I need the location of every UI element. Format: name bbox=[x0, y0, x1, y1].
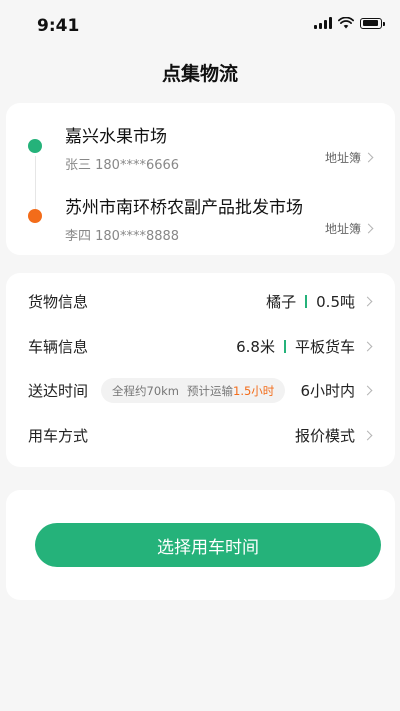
pickup-address-book-link[interactable]: 地址簿 bbox=[324, 149, 374, 166]
address-card: 嘉兴水果市场 张三 180****6666 地址簿 苏州市南环桥农副产品批发市场… bbox=[6, 103, 395, 255]
delivery-window: 6小时内 bbox=[300, 382, 355, 400]
usage-mode-row[interactable]: 用车方式 报价模式 bbox=[6, 420, 395, 450]
delivery-dot-icon bbox=[28, 209, 42, 223]
address-book-label: 地址簿 bbox=[324, 222, 361, 236]
trip-eta-value: 1.5小时 bbox=[233, 383, 275, 398]
usage-mode: 报价模式 bbox=[294, 427, 355, 445]
delivery-address-book-link[interactable]: 地址簿 bbox=[324, 220, 374, 237]
pickup-address[interactable]: 嘉兴水果市场 张三 180****6666 地址簿 bbox=[6, 118, 395, 178]
trip-distance: 全程约70km bbox=[112, 383, 179, 398]
vehicle-info-value: 6.8米 平板货车 bbox=[236, 336, 373, 357]
chevron-right-icon bbox=[363, 152, 374, 163]
delivery-time-row[interactable]: 送达时间 全程约70km 预计运输1.5小时 6小时内 bbox=[6, 375, 395, 405]
order-details-card: 货物信息 橘子 0.5吨 车辆信息 6.8米 平板货车 送达时间 全程约70km… bbox=[6, 273, 395, 467]
goods-info-row[interactable]: 货物信息 橘子 0.5吨 bbox=[6, 286, 395, 316]
goods-weight: 0.5吨 bbox=[316, 293, 355, 311]
chevron-right-icon bbox=[362, 341, 373, 352]
delivery-contact: 李四 180****8888 bbox=[65, 229, 180, 244]
delivery-time-value: 6小时内 bbox=[300, 380, 373, 401]
vehicle-type: 平板货车 bbox=[294, 338, 355, 356]
chevron-right-icon bbox=[363, 223, 374, 234]
usage-mode-value: 报价模式 bbox=[294, 425, 373, 446]
vehicle-info-label: 车辆信息 bbox=[28, 338, 89, 356]
select-time-button[interactable]: 选择用车时间 bbox=[35, 523, 381, 567]
wifi-icon bbox=[338, 17, 354, 29]
pickup-name: 嘉兴水果市场 bbox=[65, 127, 167, 147]
value-divider bbox=[283, 340, 286, 353]
goods-info-label: 货物信息 bbox=[28, 293, 89, 311]
chevron-right-icon bbox=[362, 385, 373, 396]
chevron-right-icon bbox=[362, 296, 373, 307]
value-divider bbox=[305, 295, 308, 308]
pickup-dot-icon bbox=[28, 139, 42, 153]
vehicle-length: 6.8米 bbox=[236, 338, 275, 356]
address-book-label: 地址簿 bbox=[324, 151, 361, 165]
trip-eta-prefix: 预计运输 bbox=[187, 383, 233, 398]
vehicle-info-row[interactable]: 车辆信息 6.8米 平板货车 bbox=[6, 331, 395, 361]
signal-icon bbox=[314, 17, 332, 29]
trip-eta: 预计运输1.5小时 bbox=[187, 383, 274, 399]
status-icons bbox=[314, 17, 385, 29]
status-bar: 9:41 bbox=[0, 0, 400, 50]
delivery-time-label: 送达时间 bbox=[28, 382, 89, 400]
usage-mode-label: 用车方式 bbox=[28, 427, 89, 445]
action-card: 选择用车时间 bbox=[6, 490, 395, 600]
trip-estimate-badge: 全程约70km 预计运输1.5小时 bbox=[101, 378, 286, 403]
delivery-name: 苏州市南环桥农副产品批发市场 bbox=[65, 198, 303, 218]
delivery-address[interactable]: 苏州市南环桥农副产品批发市场 李四 180****8888 地址簿 bbox=[6, 189, 395, 249]
goods-info-value: 橘子 0.5吨 bbox=[266, 291, 373, 312]
battery-icon bbox=[360, 17, 385, 29]
page-title: 点集物流 bbox=[161, 63, 238, 85]
chevron-right-icon bbox=[362, 430, 373, 441]
status-time: 9:41 bbox=[37, 16, 80, 36]
goods-type: 橘子 bbox=[266, 293, 297, 311]
pickup-contact: 张三 180****6666 bbox=[65, 158, 180, 173]
